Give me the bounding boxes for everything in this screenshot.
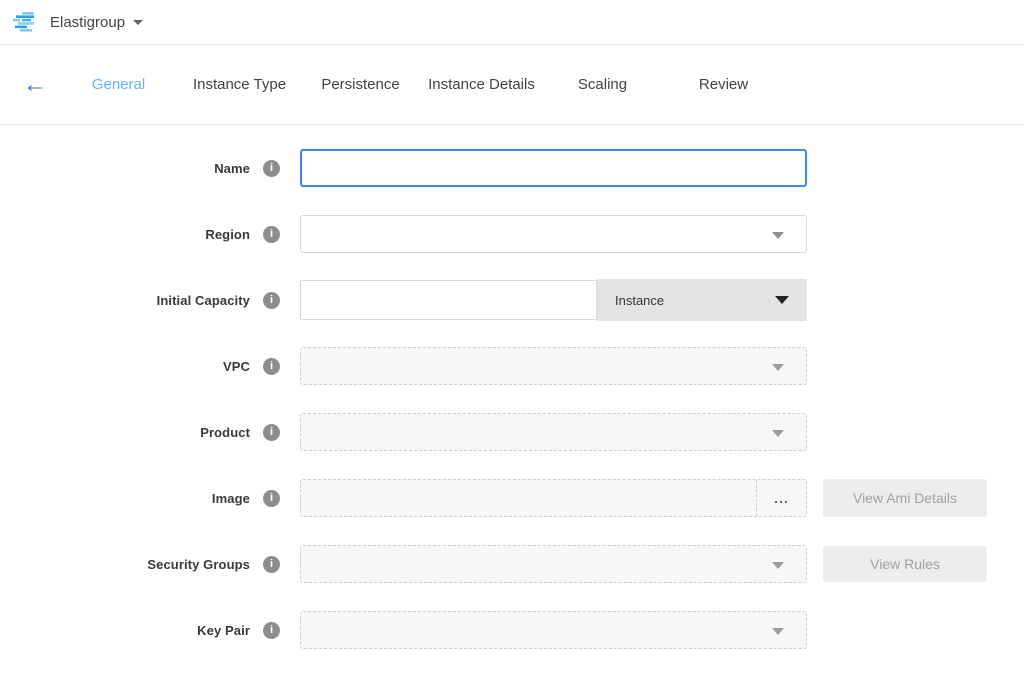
tab-persistence[interactable]: Persistence (300, 76, 421, 93)
region-label: Region (0, 227, 250, 242)
info-icon[interactable]: i (263, 622, 280, 639)
back-arrow-icon[interactable]: ← (20, 73, 50, 97)
form-row-image: Image i ... View Ami Details (0, 478, 1024, 518)
info-icon[interactable]: i (263, 490, 280, 507)
info-icon[interactable]: i (263, 160, 280, 177)
form-row-name: Name i (0, 148, 1024, 188)
security-groups-select (300, 545, 807, 583)
tab-review[interactable]: Review (663, 76, 784, 93)
top-bar: Elastigroup (0, 0, 1024, 45)
form-row-key-pair: Key Pair i (0, 610, 1024, 650)
chevron-down-icon (772, 628, 784, 635)
form-row-initial-capacity: Initial Capacity i Instance (0, 280, 1024, 320)
key-pair-label: Key Pair (0, 623, 250, 638)
name-input[interactable] (300, 149, 807, 187)
image-label: Image (0, 491, 250, 506)
info-icon[interactable]: i (263, 226, 280, 243)
chevron-down-icon (775, 296, 789, 304)
chevron-down-icon (772, 364, 784, 371)
view-ami-details-button[interactable]: View Ami Details (823, 479, 987, 517)
security-groups-label: Security Groups (0, 557, 250, 572)
info-icon[interactable]: i (263, 358, 280, 375)
tab-scaling[interactable]: Scaling (542, 76, 663, 93)
product-label: Product (0, 425, 250, 440)
info-icon[interactable]: i (263, 292, 280, 309)
chevron-down-icon (772, 562, 784, 569)
chevron-down-icon (772, 232, 784, 239)
wizard-tab-bar: ← General Instance Type Persistence Inst… (0, 45, 1024, 125)
tab-general[interactable]: General (58, 76, 179, 93)
form-row-vpc: VPC i (0, 346, 1024, 386)
general-settings-form: Name i Region i Initial Capacity i Insta… (0, 125, 1024, 650)
capacity-unit-label: Instance (615, 293, 664, 308)
info-icon[interactable]: i (263, 424, 280, 441)
image-input: ... (300, 479, 807, 517)
image-browse-button: ... (756, 480, 806, 516)
info-icon[interactable]: i (263, 556, 280, 573)
vpc-label: VPC (0, 359, 250, 374)
caret-down-icon[interactable] (133, 20, 143, 25)
tab-instance-type[interactable]: Instance Type (179, 76, 300, 93)
capacity-unit-dropdown[interactable]: Instance (597, 279, 807, 321)
region-select[interactable] (300, 215, 807, 253)
form-row-region: Region i (0, 214, 1024, 254)
name-label: Name (0, 161, 250, 176)
product-select (300, 413, 807, 451)
tab-instance-details[interactable]: Instance Details (421, 76, 542, 93)
wizard-tabs: General Instance Type Persistence Instan… (58, 76, 784, 93)
key-pair-select (300, 611, 807, 649)
view-rules-button[interactable]: View Rules (823, 546, 987, 582)
form-row-security-groups: Security Groups i View Rules (0, 544, 1024, 584)
initial-capacity-input[interactable] (300, 280, 597, 320)
elastigroup-logo-icon (12, 10, 38, 34)
app-switcher-label[interactable]: Elastigroup (50, 14, 125, 31)
form-row-product: Product i (0, 412, 1024, 452)
vpc-select (300, 347, 807, 385)
chevron-down-icon (772, 430, 784, 437)
initial-capacity-label: Initial Capacity (0, 293, 250, 308)
